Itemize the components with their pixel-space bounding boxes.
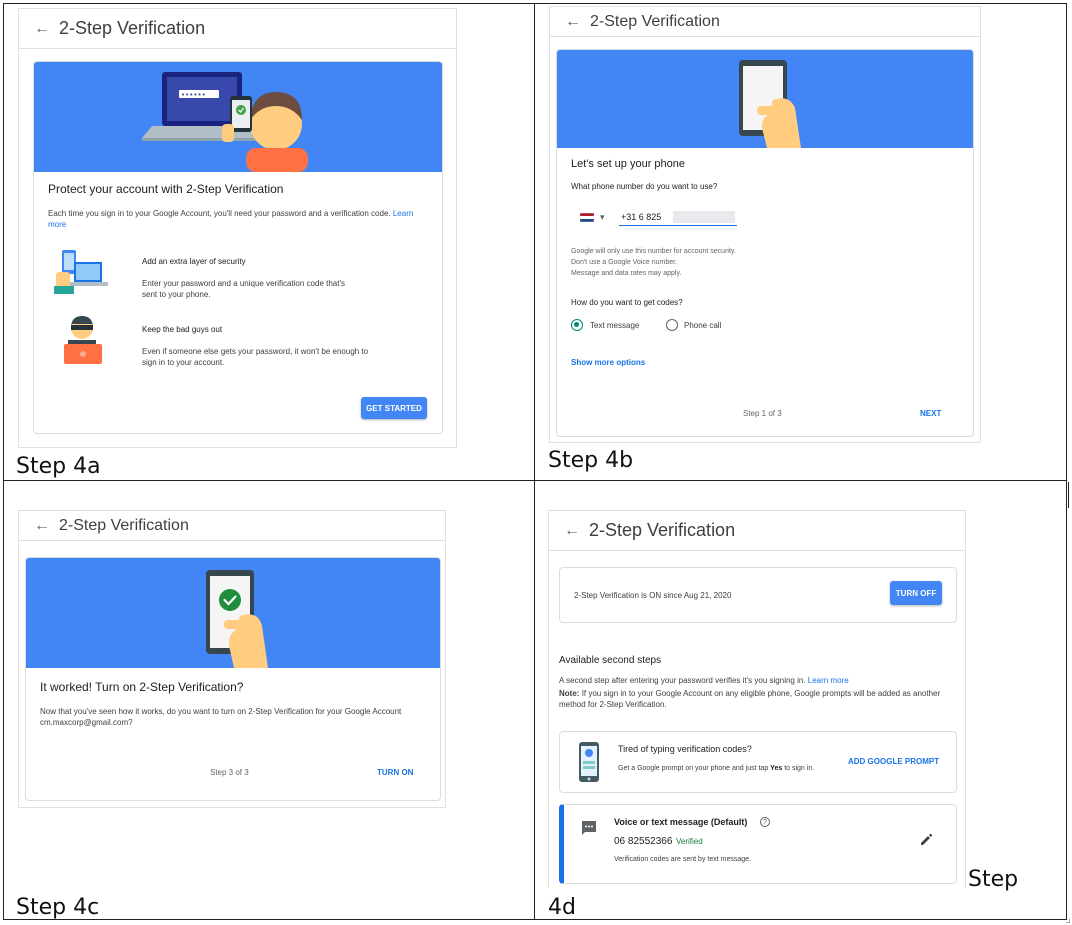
phone-note-voice: Don't use a Google Voice number. bbox=[571, 259, 678, 266]
radio-phone-call-label: Phone call bbox=[684, 321, 722, 330]
edit-pencil-icon[interactable] bbox=[920, 833, 933, 846]
hero-banner bbox=[26, 558, 440, 668]
available-steps-desc: A second step after entering your passwo… bbox=[559, 675, 955, 686]
phone-number-redacted bbox=[673, 211, 735, 223]
page-title: 2-Step Verification bbox=[59, 18, 206, 38]
phone-check-icon bbox=[236, 105, 246, 115]
confirm-heading: It worked! Turn on 2-Step Verification? bbox=[40, 680, 244, 694]
dropdown-icon[interactable]: ▾ bbox=[600, 212, 605, 222]
show-more-options-link[interactable]: Show more options bbox=[571, 358, 645, 367]
table-corner-mark bbox=[1066, 919, 1070, 923]
intro-heading: Protect your account with 2-Step Verific… bbox=[48, 182, 284, 196]
feature-security-title: Add an extra layer of security bbox=[142, 257, 246, 266]
learn-more-link[interactable]: Learn more bbox=[808, 676, 849, 685]
step-4b-panel: ← 2-Step Verification Let's set up your … bbox=[549, 6, 981, 443]
text-cursor bbox=[1068, 482, 1069, 508]
next-button[interactable]: NEXT bbox=[920, 409, 941, 418]
available-steps-text: A second step after entering your passwo… bbox=[559, 676, 806, 685]
back-arrow-icon[interactable]: ← bbox=[560, 13, 586, 31]
phone-note-security: Google will only use this number for acc… bbox=[571, 248, 736, 255]
caption-step-4a: Step 4a bbox=[16, 454, 101, 479]
add-google-prompt-button[interactable]: ADD GOOGLE PROMPT bbox=[848, 757, 939, 766]
hero-banner: •••••• bbox=[34, 62, 442, 172]
page-title: 2-Step Verification bbox=[590, 12, 720, 30]
voice-text-card: Voice or text message (Default) ? 06 825… bbox=[559, 804, 957, 884]
prompt-desc: Get a Google prompt on your phone and ju… bbox=[618, 764, 814, 774]
step-4a-panel: ← 2-Step Verification •••••• Protect you… bbox=[18, 8, 457, 448]
panel-header: ← 2-Step Verification bbox=[550, 7, 980, 37]
status-text: 2-Step Verification is ON since Aug 21, … bbox=[574, 591, 732, 600]
caption-step-4c: Step 4c bbox=[16, 895, 100, 920]
prompt-desc-post: to sign in. bbox=[784, 765, 815, 772]
intro-text-body: Each time you sign in to your Google Acc… bbox=[48, 209, 391, 218]
phone-note-rates: Message and data rates may apply. bbox=[571, 270, 682, 277]
caption-step-4d-line1: Step bbox=[968, 867, 1019, 892]
get-started-button[interactable]: GET STARTED bbox=[361, 397, 427, 419]
security-layer-illustration bbox=[54, 250, 108, 294]
note-label: Note: bbox=[559, 689, 580, 698]
step-indicator: Step 1 of 3 bbox=[743, 409, 782, 418]
laptop-person-illustration: •••••• bbox=[142, 72, 308, 172]
verified-badge: Verified bbox=[676, 837, 703, 846]
phone-setup-card: Let's set up your phone What phone numbe… bbox=[556, 49, 974, 437]
step-4c-panel: ← 2-Step Verification It worked! Turn on… bbox=[18, 510, 446, 808]
panel-header: ← 2-Step Verification bbox=[549, 511, 965, 551]
note-text: If you sign in to your Google Account on… bbox=[559, 689, 941, 709]
voice-number: 06 82552366 bbox=[614, 836, 673, 847]
prompt-desc-yes: Yes bbox=[770, 765, 783, 772]
radio-phone-call[interactable] bbox=[666, 319, 678, 331]
feature-badguys-desc: Even if someone else gets your password,… bbox=[142, 347, 369, 367]
confirm-card: It worked! Turn on 2-Step Verification? … bbox=[25, 557, 441, 801]
codes-question: How do you want to get codes? bbox=[571, 298, 683, 307]
message-icon bbox=[582, 821, 596, 835]
panel-header: ← 2-Step Verification bbox=[19, 511, 445, 541]
step-4d-panel: ← 2-Step Verification 2-Step Verificatio… bbox=[548, 510, 966, 888]
prompt-title: Tired of typing verification codes? bbox=[618, 744, 752, 754]
page-title: 2-Step Verification bbox=[59, 516, 189, 534]
step-indicator: Step 3 of 3 bbox=[210, 768, 249, 777]
radio-text-message[interactable] bbox=[571, 319, 583, 331]
bad-guy-illustration bbox=[64, 316, 102, 364]
intro-card: •••••• Protect your account with 2-Step … bbox=[33, 61, 443, 434]
status-card: 2-Step Verification is ON since Aug 21, … bbox=[559, 567, 957, 623]
hand-phone-illustration bbox=[739, 60, 801, 148]
voice-desc: Verification codes are sent by text mess… bbox=[614, 856, 751, 863]
radio-text-message-label: Text message bbox=[590, 321, 640, 330]
available-steps-note: Note: If you sign in to your Google Acco… bbox=[559, 688, 955, 710]
feature-badguys-title: Keep the bad guys out bbox=[142, 325, 223, 334]
intro-text: Each time you sign in to your Google Acc… bbox=[48, 208, 418, 230]
feature-security-desc: Enter your password and a unique verific… bbox=[142, 279, 345, 299]
back-arrow-icon[interactable]: ← bbox=[29, 517, 55, 535]
caption-step-4b: Step 4b bbox=[548, 448, 634, 473]
phone-number-value: +31 6 825 bbox=[621, 212, 662, 222]
back-arrow-icon[interactable]: ← bbox=[559, 522, 585, 540]
back-arrow-icon[interactable]: ← bbox=[29, 20, 55, 38]
hero-banner bbox=[557, 50, 973, 148]
turn-off-button[interactable]: TURN OFF bbox=[890, 581, 942, 605]
page-title: 2-Step Verification bbox=[589, 520, 736, 540]
prompt-desc-pre: Get a Google prompt on your phone and ju… bbox=[618, 765, 769, 772]
table-divider-vertical bbox=[534, 3, 535, 920]
phone-number-input[interactable]: +31 6 825 bbox=[619, 210, 737, 226]
panel-header: ← 2-Step Verification bbox=[19, 9, 456, 49]
netherlands-flag-icon[interactable] bbox=[580, 213, 594, 222]
caption-step-4d-line2: 4d bbox=[548, 895, 576, 920]
google-prompt-card: Tired of typing verification codes? Get … bbox=[559, 731, 957, 793]
voice-title: Voice or text message (Default) bbox=[614, 817, 748, 827]
confirm-body: Now that you've seen how it works, do yo… bbox=[40, 707, 402, 727]
google-prompt-phone-icon bbox=[579, 742, 599, 782]
available-steps-heading: Available second steps bbox=[559, 655, 662, 666]
phone-setup-heading: Let's set up your phone bbox=[571, 158, 686, 170]
table-divider-horizontal bbox=[3, 480, 1067, 481]
hand-phone-check-illustration bbox=[206, 570, 268, 668]
checkmark-icon bbox=[219, 589, 241, 611]
phone-question: What phone number do you want to use? bbox=[571, 182, 718, 191]
help-icon[interactable]: ? bbox=[760, 817, 770, 827]
login-password-dots: •••••• bbox=[181, 91, 206, 99]
turn-on-button[interactable]: TURN ON bbox=[377, 768, 413, 777]
